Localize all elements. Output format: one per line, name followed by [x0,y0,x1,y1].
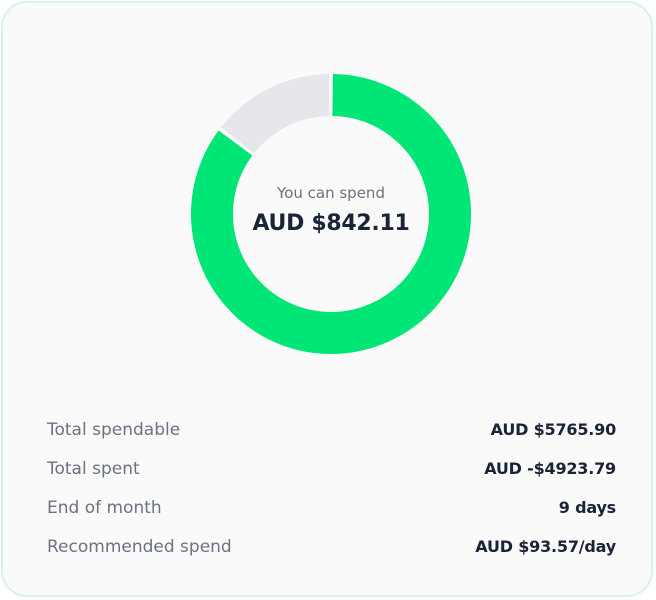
detail-value: AUD $93.57/day [475,537,616,556]
budget-card: You can spend AUD $842.11 Total spendabl… [1,1,653,597]
detail-label: Total spent [47,458,140,479]
details-list: Total spendable AUD $5765.90 Total spent… [47,410,616,566]
detail-label: End of month [47,497,162,518]
donut-segment-used [221,74,331,154]
detail-label: Recommended spend [47,536,232,557]
detail-value: 9 days [558,498,616,517]
detail-value: AUD -$4923.79 [484,459,616,478]
spend-donut-chart: You can spend AUD $842.11 [190,73,472,355]
detail-row-end-of-month: End of month 9 days [47,488,616,527]
detail-value: AUD $5765.90 [490,420,617,439]
detail-row-total-spendable: Total spendable AUD $5765.90 [47,410,616,449]
center-value: AUD $842.11 [252,211,410,236]
center-label: You can spend [277,184,385,202]
detail-label: Total spendable [47,419,181,440]
detail-row-total-spent: Total spent AUD -$4923.79 [47,449,616,488]
detail-row-recommended-spend: Recommended spend AUD $93.57/day [47,527,616,566]
